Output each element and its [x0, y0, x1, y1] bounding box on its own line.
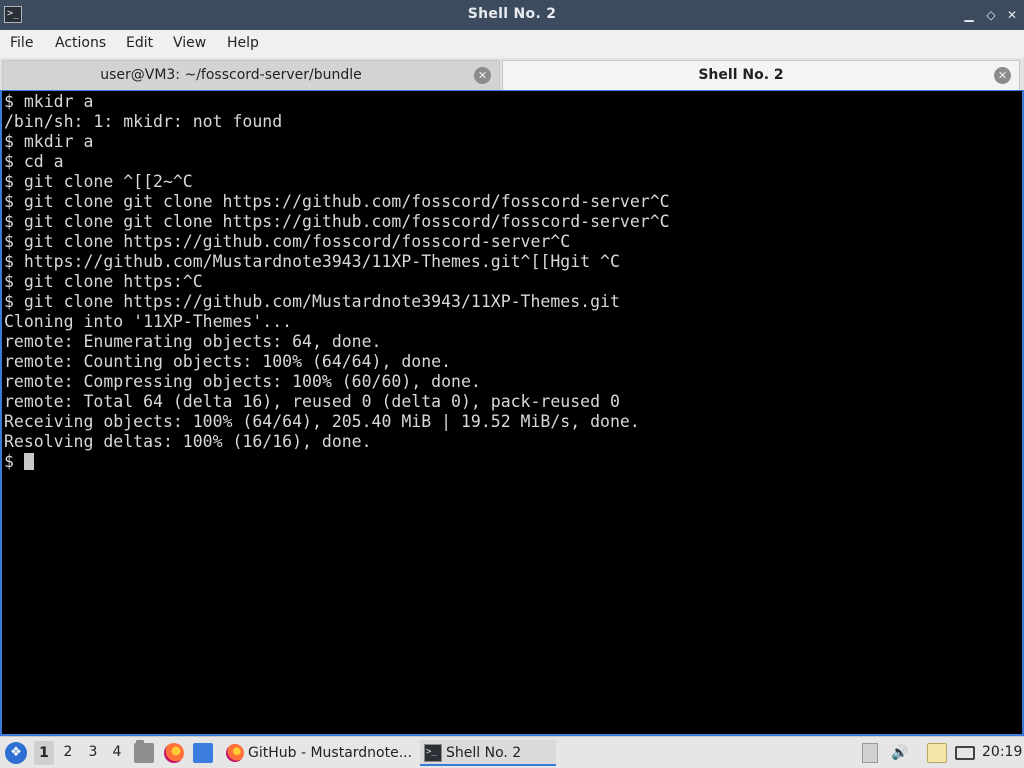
workspace-4[interactable]: 4 [107, 744, 127, 760]
task-shell-no-2[interactable]: >_ Shell No. 2 [420, 740, 556, 766]
terminal-line: Cloning into '11XP-Themes'... [4, 312, 293, 331]
task-github-firefox[interactable]: GitHub - Mustardnote... [222, 740, 417, 766]
terminal-line: $ git clone https:^C [4, 272, 203, 291]
terminal-line: $ git clone ^[[2~^C [4, 172, 193, 191]
menu-help[interactable]: Help [227, 35, 259, 51]
terminal-line: remote: Counting objects: 100% (64/64), … [4, 352, 452, 371]
network-icon[interactable] [955, 746, 975, 760]
terminal-line: $ git clone git clone https://github.com… [4, 192, 670, 211]
tab-shell-no-2[interactable]: Shell No. 2 ✕ [502, 60, 1020, 90]
terminal-line: $ mkdir a [4, 132, 94, 151]
tab-close-icon[interactable]: ✕ [474, 67, 491, 84]
menu-actions[interactable]: Actions [55, 35, 106, 51]
tray-storage-icon[interactable] [862, 743, 878, 763]
terminal-icon: >_ [424, 744, 442, 762]
file-manager-icon[interactable] [134, 740, 154, 763]
tab-label: user@VM3: ~/fosscord-server/bundle [100, 67, 362, 83]
terminal-line: $ cd a [4, 152, 64, 171]
workspace-2[interactable]: 2 [58, 744, 78, 760]
tab-close-icon[interactable]: ✕ [994, 67, 1011, 84]
terminal-line: $ git clone https://github.com/fosscord/… [4, 232, 571, 251]
clock[interactable]: 20:19 [982, 744, 1022, 760]
terminal-line: remote: Total 64 (delta 16), reused 0 (d… [4, 392, 620, 411]
close-window-button[interactable]: ✕ [1003, 6, 1021, 24]
clipboard-icon[interactable] [927, 743, 947, 763]
terminal-prompt-line[interactable]: $ [4, 452, 34, 472]
tab-fosscord-bundle[interactable]: user@VM3: ~/fosscord-server/bundle ✕ [2, 60, 500, 90]
terminal-line: Resolving deltas: 100% (16/16), done. [4, 432, 372, 451]
menu-edit[interactable]: Edit [126, 35, 153, 51]
show-desktop-icon[interactable] [193, 743, 213, 763]
terminal-line: $ mkidr a [4, 92, 94, 111]
terminal-view[interactable]: $ mkidr a /bin/sh: 1: mkidr: not found $… [0, 90, 1024, 736]
terminal-line: /bin/sh: 1: mkidr: not found [4, 112, 283, 131]
tab-bar: user@VM3: ~/fosscord-server/bundle ✕ She… [0, 58, 1024, 90]
terminal-line: Receiving objects: 100% (64/64), 205.40 … [4, 412, 640, 431]
menu-file[interactable]: File [10, 35, 33, 51]
menu-bar: File Actions Edit View Help [0, 30, 1024, 58]
start-menu-icon[interactable]: ❖ [5, 742, 27, 764]
workspace-3[interactable]: 3 [83, 744, 103, 760]
firefox-icon [226, 744, 244, 762]
firefox-icon[interactable] [164, 743, 184, 763]
window-title: Shell No. 2 [467, 6, 557, 22]
terminal-line: remote: Compressing objects: 100% (60/60… [4, 372, 481, 391]
maximize-button[interactable]: ◇ [982, 6, 1000, 24]
terminal-line: $ git clone https://github.com/Mustardno… [4, 292, 620, 311]
tab-label: Shell No. 2 [698, 67, 784, 83]
task-label: Shell No. 2 [446, 745, 522, 761]
task-label: GitHub - Mustardnote... [248, 745, 413, 761]
terminal-line: $ git clone git clone https://github.com… [4, 212, 670, 231]
text-cursor [23, 453, 34, 470]
workspace-1[interactable]: 1 [34, 741, 54, 765]
terminal-line: remote: Enumerating objects: 64, done. [4, 332, 382, 351]
menu-view[interactable]: View [173, 35, 206, 51]
volume-icon[interactable]: 🔊 [890, 743, 910, 763]
terminal-line: $ https://github.com/Mustardnote3943/11X… [4, 252, 620, 271]
prompt-symbol: $ [4, 452, 14, 471]
taskbar: ❖ 1 2 3 4 GitHub - Mustardnote... >_ She… [0, 736, 1024, 768]
minimize-button[interactable]: ▁ [960, 6, 978, 24]
window-titlebar[interactable]: >_ Shell No. 2 ▁ ◇ ✕ [0, 0, 1024, 30]
